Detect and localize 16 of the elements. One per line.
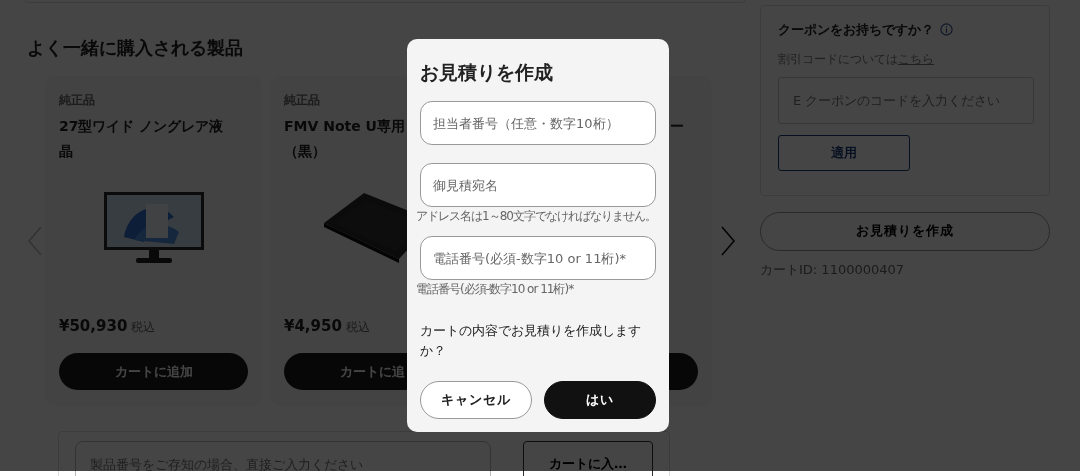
confirm-button[interactable]: はい: [544, 381, 656, 419]
input-field[interactable]: 御見積宛名: [420, 163, 656, 207]
field-hint: 電話番号(必須-数字10 or 11桁)*: [416, 282, 574, 297]
input-field[interactable]: 電話番号(必須-数字10 or 11桁)*: [420, 236, 656, 280]
section-title: よく一緒に購入される製品: [27, 36, 244, 60]
field-hint: アドレス名は1～80文字でなければなりません。: [416, 209, 656, 224]
dialog-message: カートの内容でお見積りを作成しますか？: [420, 322, 642, 360]
input-field[interactable]: 担当者番号（任意・数字10桁）: [420, 101, 656, 145]
cancel-button[interactable]: キャンセル: [420, 381, 532, 419]
product-price: ¥50,930: [59, 315, 128, 337]
coupon-title: クーポンをお持ちですか？: [778, 21, 934, 39]
product-price: ¥4,950: [284, 315, 342, 337]
product-title: 27型ワイド ノングレア液 晶: [59, 117, 224, 161]
product-title: FMV Note U専用 （黒）: [284, 117, 405, 161]
dialog-title: お見積りを作成: [420, 60, 554, 84]
product-title: ー: [670, 117, 684, 136]
